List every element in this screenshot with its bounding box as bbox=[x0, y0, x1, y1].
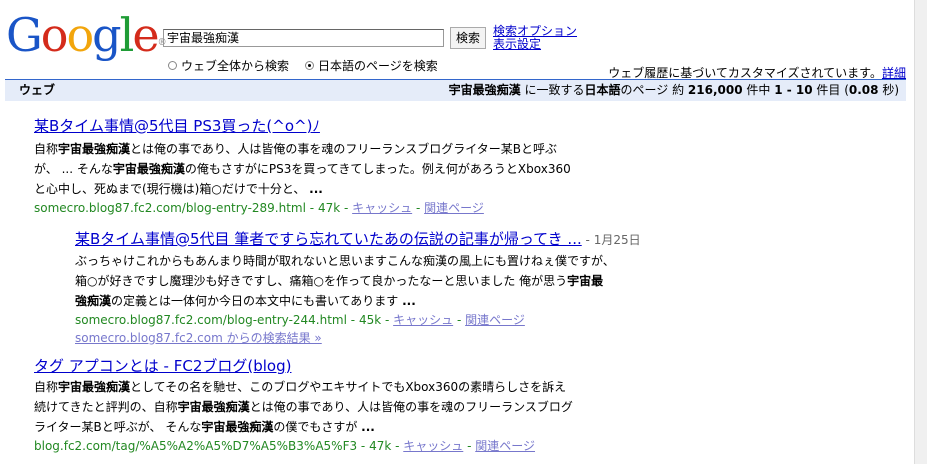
details-link[interactable]: 詳細 bbox=[882, 66, 906, 80]
google-logo[interactable]: Google® bbox=[6, 8, 167, 62]
radio-japanese-label[interactable]: 日本語のページを検索 bbox=[318, 57, 438, 74]
search-result: 某Bタイム事情@5代目 PS3買った(^o^)ﾉ 自称宇宙最強痴漢とは俺の事であ… bbox=[34, 117, 574, 217]
logo-letter: g bbox=[92, 8, 121, 62]
advanced-search-link[interactable]: 検索オプション bbox=[493, 24, 577, 38]
result-size: 47k bbox=[369, 439, 392, 453]
snippet-text: 自称 bbox=[34, 380, 59, 394]
radio-japanese[interactable] bbox=[305, 61, 315, 70]
snippet-highlight: 宇宙最強痴漢 bbox=[112, 162, 185, 176]
result-size: 45k bbox=[358, 313, 382, 327]
snippet-text: の僕でもさすが bbox=[273, 420, 362, 434]
result-url: blog.fc2.com/tag/%A5%A2%A5%D7%A5%B3%A5%F… bbox=[34, 439, 358, 453]
personalized-text: ウェブ履歴に基づいてカスタマイズされています。 bbox=[608, 66, 882, 80]
snippet-highlight: 宇宙最強痴漢 bbox=[177, 400, 250, 414]
search-result: タグ アプコンとは - FC2ブログ(blog) 自称宇宙最強痴漢としてその名を… bbox=[34, 357, 574, 455]
result-snippet: ぶっちゃけこれからもあんまり時間が取れないと思いますこんな痴漢の風上にも置けねぇ… bbox=[75, 251, 615, 311]
result-cite: blog.fc2.com/tag/%A5%A2%A5%D7%A5%B3%A5%F… bbox=[34, 439, 536, 453]
snippet-highlight: 宇宙最強痴漢 bbox=[201, 420, 274, 434]
top-links: 検索オプション 表示設定 bbox=[493, 25, 577, 51]
result-title-link[interactable]: タグ アプコンとは - FC2ブログ(blog) bbox=[34, 357, 291, 375]
related-link[interactable]: 関連ページ bbox=[465, 313, 525, 327]
snippet-highlight: ... bbox=[361, 420, 375, 434]
snippet-text: の定義とは一体何か今日の本文中にも書いてあります bbox=[111, 294, 403, 308]
logo-letter: o bbox=[40, 8, 69, 62]
preferences-link[interactable]: 表示設定 bbox=[493, 37, 541, 51]
logo-letter: G bbox=[6, 8, 43, 62]
result-stats: 宇宙最強痴漢 に一致する日本語のページ 約 216,000 件中 1 - 10 … bbox=[448, 83, 899, 97]
more-results-link[interactable]: somecro.blog87.fc2.com からの検索結果 » bbox=[75, 329, 641, 347]
result-date: - 1月25日 bbox=[581, 233, 641, 247]
results-bar: ウェブ 宇宙最強痴漢 に一致する日本語のページ 約 216,000 件中 1 -… bbox=[5, 79, 906, 101]
logo-letter: o bbox=[66, 8, 94, 62]
radio-web[interactable] bbox=[168, 61, 177, 70]
search-scope: ウェブ全体から検索 日本語のページを検索 bbox=[168, 57, 438, 74]
search-result-indented: 某Bタイム事情@5代目 筆者ですら忘れていたあの伝説の記事が帰ってき ... -… bbox=[75, 230, 641, 347]
result-cite: somecro.blog87.fc2.com/blog-entry-244.ht… bbox=[75, 313, 525, 327]
search-button[interactable]: 検索 bbox=[450, 27, 486, 49]
cache-link[interactable]: キャッシュ bbox=[403, 439, 463, 453]
related-link[interactable]: 関連ページ bbox=[424, 201, 484, 215]
snippet-highlight: 宇宙最強痴漢 bbox=[58, 142, 131, 156]
result-snippet: 自称宇宙最強痴漢とは俺の事であり、人は皆俺の事を魂のフリーランスブログライター某… bbox=[34, 139, 574, 199]
result-url: somecro.blog87.fc2.com/blog-entry-244.ht… bbox=[75, 313, 347, 327]
snippet-text: ぶっちゃけこれからもあんまり時間が取れないと思いますこんな痴漢の風上にも置けねぇ… bbox=[75, 254, 615, 288]
logo-letter: e bbox=[132, 8, 159, 62]
snippet-text: 自称 bbox=[34, 142, 59, 156]
logo-letter: l bbox=[119, 8, 135, 62]
snippet-highlight: ... bbox=[402, 294, 416, 308]
snippet-highlight: ... bbox=[309, 182, 323, 196]
result-size: 47k bbox=[317, 201, 341, 215]
search-input[interactable]: 宇宙最強痴漢 bbox=[163, 29, 444, 47]
radio-web-label[interactable]: ウェブ全体から検索 bbox=[181, 57, 289, 74]
cache-link[interactable]: キャッシュ bbox=[352, 201, 412, 215]
result-url: somecro.blog87.fc2.com/blog-entry-289.ht… bbox=[34, 201, 306, 215]
result-title-link[interactable]: 某Bタイム事情@5代目 PS3買った(^o^)ﾉ bbox=[34, 117, 320, 135]
snippet-highlight: 宇宙最強痴漢 bbox=[58, 380, 131, 394]
result-title-link[interactable]: 某Bタイム事情@5代目 筆者ですら忘れていたあの伝説の記事が帰ってき ... bbox=[75, 230, 582, 248]
related-link[interactable]: 関連ページ bbox=[475, 439, 535, 453]
web-label: ウェブ bbox=[19, 83, 56, 97]
result-snippet: 自称宇宙最強痴漢としてその名を馳せ、このブログやエキサイトでもXbox360の素… bbox=[34, 377, 574, 437]
result-cite: somecro.blog87.fc2.com/blog-entry-289.ht… bbox=[34, 201, 484, 215]
vertical-scrollbar[interactable] bbox=[914, 0, 927, 464]
cache-link[interactable]: キャッシュ bbox=[393, 313, 453, 327]
